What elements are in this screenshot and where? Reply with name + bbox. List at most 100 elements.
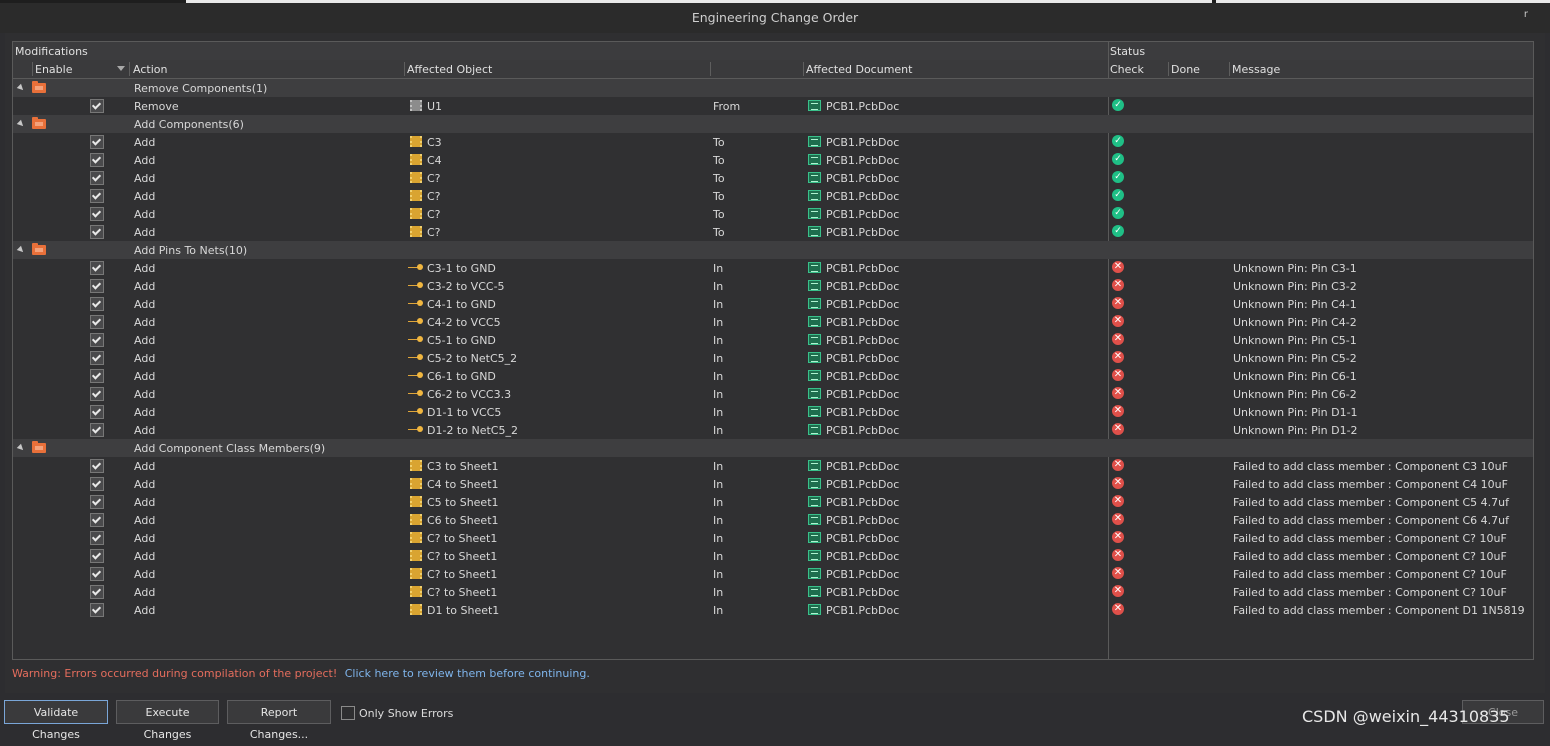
enable-checkbox[interactable] xyxy=(90,351,104,365)
change-row[interactable]: Add C6-2 to VCC3.3 In PCB1.PcbDoc ✕ Unknown P… xyxy=(13,385,1533,403)
change-row[interactable]: Add C? To PCB1.PcbDoc ✓ xyxy=(13,169,1533,187)
enable-checkbox[interactable] xyxy=(90,171,104,185)
affected-document-cell: PCB1.PcbDoc xyxy=(826,298,900,311)
message-cell: Failed to add class member : Component C… xyxy=(1233,586,1507,599)
action-cell: Add xyxy=(134,262,156,275)
affected-object-cell: C3-1 to GND xyxy=(427,262,496,275)
sort-arrow-icon[interactable] xyxy=(117,66,125,71)
enable-checkbox[interactable] xyxy=(90,189,104,203)
change-row[interactable]: Add D1-2 to NetC5_2 In PCB1.PcbDoc ✕ Unknown … xyxy=(13,421,1533,439)
message-cell: Unknown Pin: Pin D1-1 xyxy=(1233,406,1358,419)
enable-checkbox[interactable] xyxy=(90,495,104,509)
message-cell: Failed to add class member : Component C… xyxy=(1233,550,1507,563)
validate-changes-button[interactable]: Validate Changes xyxy=(4,700,108,741)
enable-checkbox[interactable] xyxy=(90,135,104,149)
affected-document-cell: PCB1.PcbDoc xyxy=(826,460,900,473)
enable-checkbox[interactable] xyxy=(90,99,104,113)
enable-checkbox[interactable] xyxy=(90,567,104,581)
collapse-arrow-icon[interactable] xyxy=(16,83,26,93)
pcb-document-icon xyxy=(808,154,821,165)
collapse-arrow-icon[interactable] xyxy=(16,443,26,453)
report-changes-button[interactable]: Report Changes... xyxy=(227,700,331,741)
message-cell: Unknown Pin: Pin C6-2 xyxy=(1233,388,1357,401)
component-icon xyxy=(410,208,422,219)
enable-checkbox[interactable] xyxy=(90,549,104,563)
enable-checkbox[interactable] xyxy=(90,225,104,239)
enable-checkbox[interactable] xyxy=(90,387,104,401)
check-ok-icon: ✓ xyxy=(1112,225,1124,237)
enable-checkbox[interactable] xyxy=(90,315,104,329)
column-check[interactable]: Check xyxy=(1110,63,1144,76)
execute-changes-button[interactable]: Execute Changes xyxy=(116,700,219,741)
enable-checkbox[interactable] xyxy=(90,459,104,473)
column-action[interactable]: Action xyxy=(133,63,167,76)
only-show-errors-checkbox[interactable] xyxy=(341,706,355,720)
change-row[interactable]: Add C? to Sheet1 In PCB1.PcbDoc ✕ Failed to a… xyxy=(13,529,1533,547)
change-row[interactable]: Add C4-2 to VCC5 In PCB1.PcbDoc ✕ Unknown Pin… xyxy=(13,313,1533,331)
enable-checkbox[interactable] xyxy=(90,423,104,437)
column-affected-document[interactable]: Affected Document xyxy=(806,63,912,76)
pin-icon[interactable]: r xyxy=(1524,9,1528,20)
enable-checkbox[interactable] xyxy=(90,207,104,221)
direction-cell: In xyxy=(713,280,724,293)
enable-checkbox[interactable] xyxy=(90,531,104,545)
enable-checkbox[interactable] xyxy=(90,369,104,383)
change-row[interactable]: Add C? To PCB1.PcbDoc ✓ xyxy=(13,223,1533,241)
check-ok-icon: ✓ xyxy=(1112,189,1124,201)
change-row[interactable]: Add C4-1 to GND In PCB1.PcbDoc ✕ Unknown Pin:… xyxy=(13,295,1533,313)
collapse-arrow-icon[interactable] xyxy=(16,119,26,129)
change-row[interactable]: Add C? to Sheet1 In PCB1.PcbDoc ✕ Failed to a… xyxy=(13,565,1533,583)
change-row[interactable]: Add C5-1 to GND In PCB1.PcbDoc ✕ Unknown Pin:… xyxy=(13,331,1533,349)
action-cell: Add xyxy=(134,352,156,365)
collapse-arrow-icon[interactable] xyxy=(16,245,26,255)
enable-checkbox[interactable] xyxy=(90,261,104,275)
change-row[interactable]: Add C3-1 to GND In PCB1.PcbDoc ✕ Unknown Pin:… xyxy=(13,259,1533,277)
change-row[interactable]: Add C6 to Sheet1 In PCB1.PcbDoc ✕ Failed to a… xyxy=(13,511,1533,529)
direction-cell: To xyxy=(713,172,725,185)
change-row[interactable]: Add C5 to Sheet1 In PCB1.PcbDoc ✕ Failed to a… xyxy=(13,493,1533,511)
action-cell: Add xyxy=(134,478,156,491)
group-row[interactable]: Add Component Class Members(9) xyxy=(13,439,1533,457)
review-errors-link[interactable]: Click here to review them before continu… xyxy=(345,667,590,680)
change-row[interactable]: Add C4 To PCB1.PcbDoc ✓ xyxy=(13,151,1533,169)
column-done[interactable]: Done xyxy=(1171,63,1200,76)
change-row[interactable]: Add C5-2 to NetC5_2 In PCB1.PcbDoc ✕ Unknown … xyxy=(13,349,1533,367)
affected-object-cell: C6-1 to GND xyxy=(427,370,496,383)
pin-icon xyxy=(408,282,423,288)
change-row[interactable]: Add C3-2 to VCC-5 In PCB1.PcbDoc ✕ Unknown Pi… xyxy=(13,277,1533,295)
action-cell: Add xyxy=(134,154,156,167)
enable-checkbox[interactable] xyxy=(90,513,104,527)
message-cell: Unknown Pin: Pin D1-2 xyxy=(1233,424,1358,437)
column-message[interactable]: Message xyxy=(1232,63,1280,76)
enable-checkbox[interactable] xyxy=(90,603,104,617)
change-row[interactable]: Add D1-1 to VCC5 In PCB1.PcbDoc ✕ Unknown Pin… xyxy=(13,403,1533,421)
change-row[interactable]: Add C4 to Sheet1 In PCB1.PcbDoc ✕ Failed to a… xyxy=(13,475,1533,493)
message-cell: Unknown Pin: Pin C4-2 xyxy=(1233,316,1357,329)
enable-checkbox[interactable] xyxy=(90,153,104,167)
change-row[interactable]: Add C? to Sheet1 In PCB1.PcbDoc ✕ Failed to a… xyxy=(13,583,1533,601)
warning-text: Warning: Errors occurred during compilat… xyxy=(12,667,338,680)
enable-checkbox[interactable] xyxy=(90,477,104,491)
change-row[interactable]: Remove U1 From PCB1.PcbDoc ✓ xyxy=(13,97,1533,115)
column-affected-object[interactable]: Affected Object xyxy=(407,63,492,76)
direction-cell: In xyxy=(713,262,724,275)
change-row[interactable]: Add C? To PCB1.PcbDoc ✓ xyxy=(13,205,1533,223)
enable-checkbox[interactable] xyxy=(90,405,104,419)
pcb-document-icon xyxy=(808,208,821,219)
change-row[interactable]: Add C3 to Sheet1 In PCB1.PcbDoc ✕ Failed to a… xyxy=(13,457,1533,475)
enable-checkbox[interactable] xyxy=(90,333,104,347)
enable-checkbox[interactable] xyxy=(90,585,104,599)
affected-object-cell: C? to Sheet1 xyxy=(427,586,498,599)
group-row[interactable]: Add Components(6) xyxy=(13,115,1533,133)
change-row[interactable]: Add C? to Sheet1 In PCB1.PcbDoc ✕ Failed to a… xyxy=(13,547,1533,565)
affected-document-cell: PCB1.PcbDoc xyxy=(826,388,900,401)
change-row[interactable]: Add C3 To PCB1.PcbDoc ✓ xyxy=(13,133,1533,151)
group-row[interactable]: Remove Components(1) xyxy=(13,79,1533,97)
change-row[interactable]: Add D1 to Sheet1 In PCB1.PcbDoc ✕ Failed to a… xyxy=(13,601,1533,619)
change-row[interactable]: Add C6-1 to GND In PCB1.PcbDoc ✕ Unknown Pin:… xyxy=(13,367,1533,385)
column-enable[interactable]: Enable xyxy=(35,63,72,76)
change-row[interactable]: Add C? To PCB1.PcbDoc ✓ xyxy=(13,187,1533,205)
enable-checkbox[interactable] xyxy=(90,297,104,311)
enable-checkbox[interactable] xyxy=(90,279,104,293)
group-row[interactable]: Add Pins To Nets(10) xyxy=(13,241,1533,259)
